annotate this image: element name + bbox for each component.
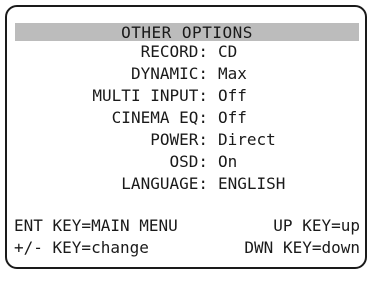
option-row-multi-input[interactable]: MULTI INPUT: Off [0,85,376,107]
menu-title: OTHER OPTIONS [121,23,253,42]
option-value: CD [218,42,238,61]
option-row-language[interactable]: LANGUAGE: ENGLISH [0,173,376,195]
option-value: Off [218,108,247,127]
hint-plus-minus-key: +/- KEY=change [14,238,149,257]
option-label: MULTI INPUT: [92,86,208,105]
option-label: OSD: [169,152,208,171]
footer-hint-row-2: +/- KEY=change DWN KEY=down [14,237,360,259]
option-value: Max [218,64,247,83]
option-label: RECORD: [140,42,208,61]
option-value: Off [218,86,247,105]
option-value: ENGLISH [218,174,286,193]
option-label: DYNAMIC: [130,64,208,83]
option-label: CINEMA EQ: [111,108,208,127]
option-row-cinema-eq[interactable]: CINEMA EQ: Off [0,107,376,129]
option-label: POWER: [150,130,208,149]
option-row-dynamic[interactable]: DYNAMIC: Max [0,63,376,85]
hint-up-key: UP KEY=up [273,216,360,235]
option-label: LANGUAGE: [121,174,208,193]
option-row-power[interactable]: POWER: Direct [0,129,376,151]
hint-down-key: DWN KEY=down [244,238,360,257]
option-value: On [218,152,238,171]
hint-ent-key: ENT KEY=MAIN MENU [14,216,178,235]
option-row-osd[interactable]: OSD: On [0,151,376,173]
option-row-record[interactable]: RECORD: CD [0,41,376,63]
option-value: Direct [218,130,276,149]
footer-hint-row-1: ENT KEY=MAIN MENU UP KEY=up [14,215,360,237]
